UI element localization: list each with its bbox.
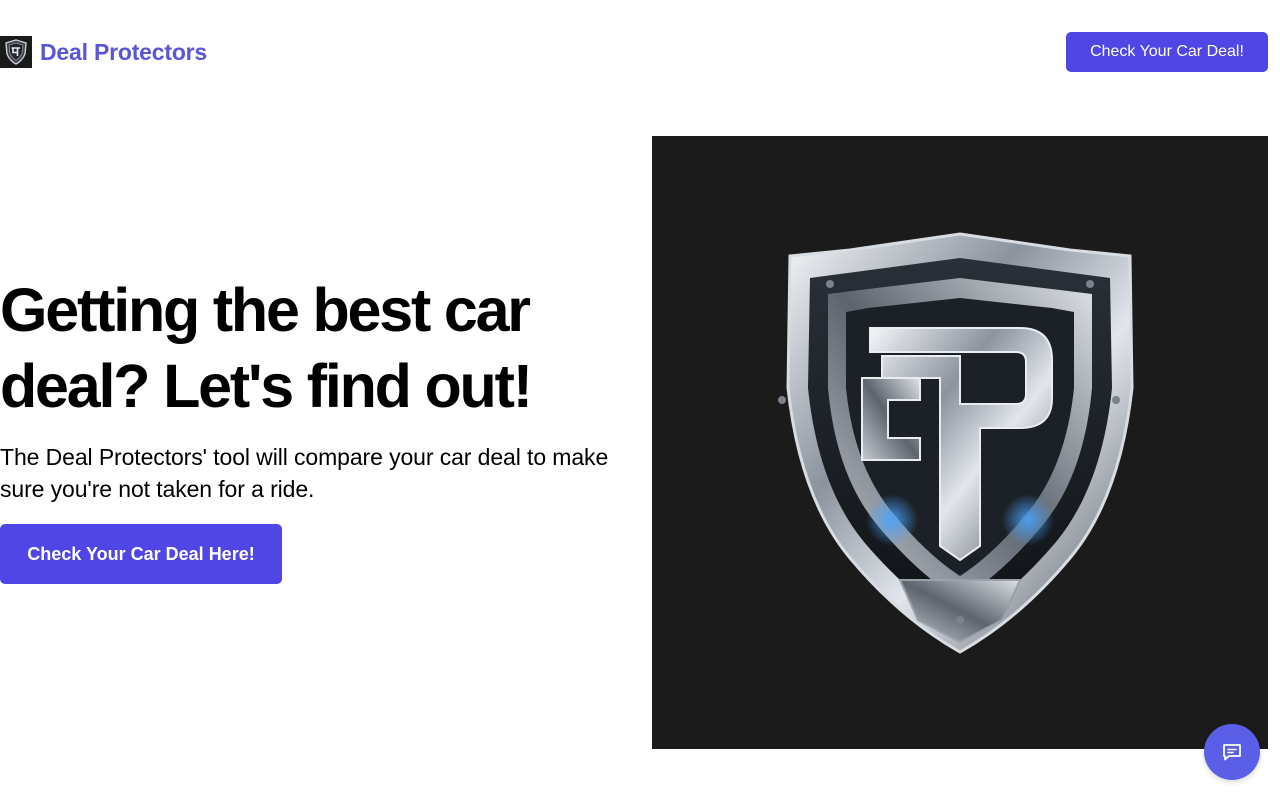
hero-title: Getting the best car deal? Let's find ou… (0, 276, 533, 420)
hero-shield-image (652, 136, 1268, 749)
brand-logo-icon (0, 36, 32, 68)
page: Deal Protectors Check Your Car Deal! Get… (0, 0, 1280, 800)
brand-link[interactable]: Deal Protectors (0, 36, 207, 68)
chat-bubble-icon (1223, 744, 1241, 761)
chat-button[interactable] (1204, 724, 1260, 780)
header-check-deal-button[interactable]: Check Your Car Deal! (1066, 32, 1268, 72)
hero-subtitle: The Deal Protectors' tool will compare y… (0, 444, 609, 502)
brand-name: Deal Protectors (40, 38, 208, 65)
shield-logo-icon (778, 231, 1134, 654)
hero-check-deal-button[interactable]: Check Your Car Deal Here! (0, 524, 282, 584)
site-header: Deal Protectors Check Your Car Deal! (0, 0, 1280, 104)
